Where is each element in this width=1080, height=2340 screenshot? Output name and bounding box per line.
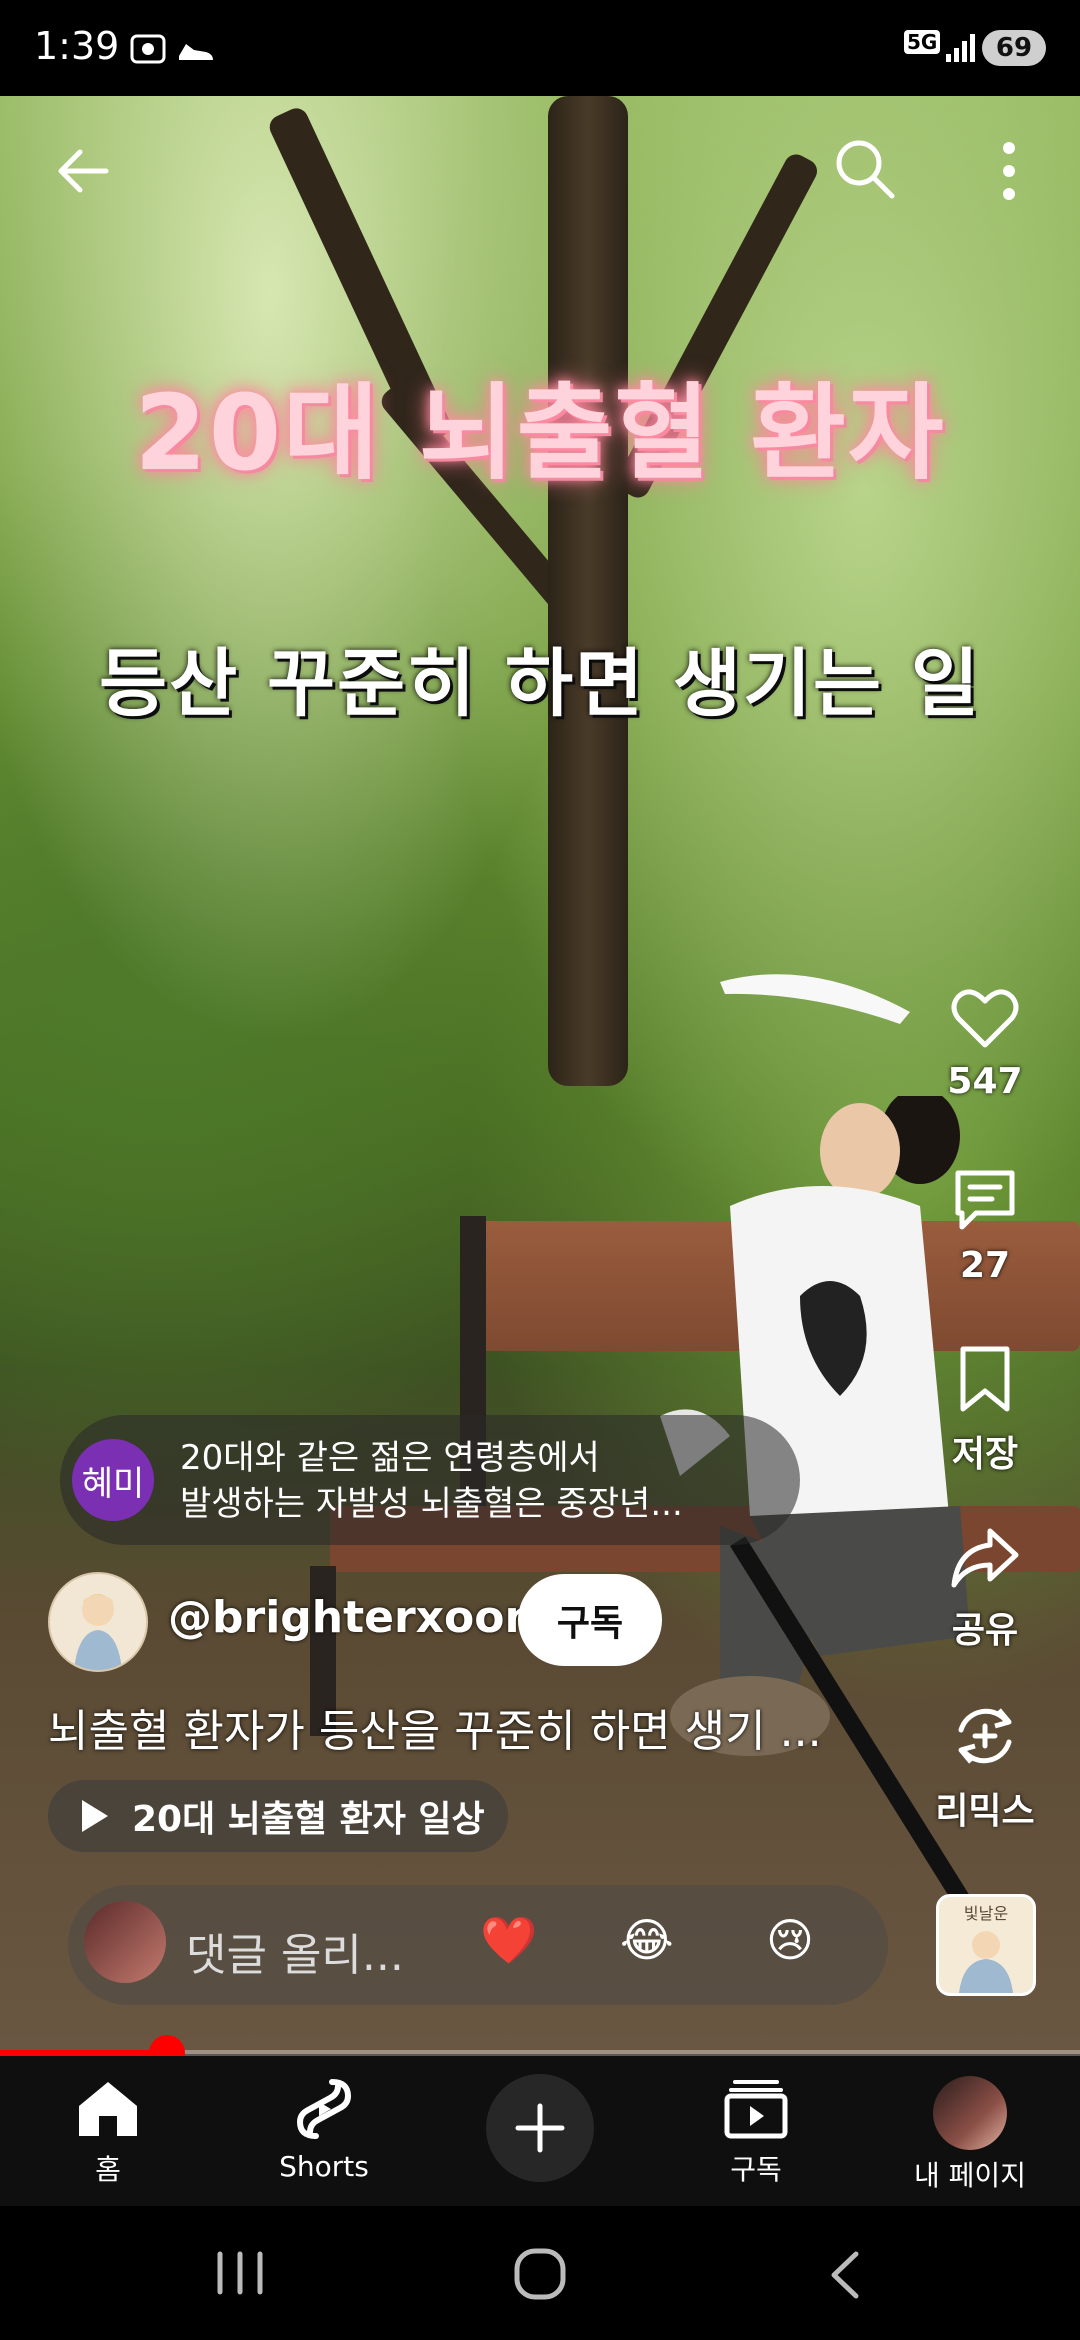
nav-home[interactable]: 홈 xyxy=(18,2076,198,2188)
save-button[interactable]: 저장 xyxy=(925,1345,1045,1477)
create-button[interactable] xyxy=(486,2074,594,2182)
subscriptions-icon xyxy=(724,2080,788,2139)
search-icon[interactable] xyxy=(830,134,900,204)
comments-button[interactable]: 27 xyxy=(925,1165,1045,1286)
tree-trunk xyxy=(548,96,628,1086)
comment-input-bar[interactable]: 댓글 올리... ❤️ 😂 😢 xyxy=(68,1885,888,2005)
shorts-icon xyxy=(296,2079,352,2139)
video-title-overlay: 20대 뇌출혈 환자 xyxy=(134,372,946,494)
nav-my-page[interactable]: 내 페이지 xyxy=(880,2076,1060,2194)
remix-label: 리믹스 xyxy=(935,1791,1035,1832)
subscribe-button[interactable]: 구독 xyxy=(518,1574,662,1666)
like-button[interactable]: 547 xyxy=(925,985,1045,1102)
channel-avatar[interactable] xyxy=(48,1572,148,1672)
remix-button[interactable]: 리믹스 xyxy=(925,1700,1045,1834)
recent-apps-icon[interactable] xyxy=(212,2248,268,2298)
bottom-nav: 홈 Shorts 구독 내 페이지 xyxy=(0,2056,1080,2206)
emoji-heart[interactable]: ❤️ xyxy=(480,1913,537,1968)
status-bar: 1:39 5G 69 xyxy=(0,0,1080,96)
commenter-avatar: 혜미 xyxy=(72,1439,154,1521)
channel-handle[interactable]: @brighterxoon xyxy=(168,1592,536,1643)
nav-subscriptions[interactable]: 구독 xyxy=(666,2076,846,2188)
shoe-icon xyxy=(179,44,213,60)
back-system-icon[interactable] xyxy=(822,2248,872,2302)
video-description[interactable]: 뇌출혈 환자가 등산을 꾸준히 하면 생기 ... xyxy=(48,1695,822,1759)
comment-icon xyxy=(955,1170,1015,1230)
comment-count: 27 xyxy=(959,1245,1011,1286)
network-type: 5G xyxy=(904,30,941,54)
nav-shorts[interactable]: Shorts xyxy=(234,2076,414,2183)
play-icon xyxy=(82,1800,108,1832)
system-nav-bar xyxy=(0,2206,1080,2340)
user-avatar xyxy=(84,1901,166,1983)
remix-icon xyxy=(958,1708,1012,1764)
save-label: 저장 xyxy=(951,1434,1019,1475)
like-count: 547 xyxy=(947,1061,1023,1102)
nav-home-label: 홈 xyxy=(95,2153,121,2186)
sound-thumbnail[interactable]: 빛날운 xyxy=(936,1894,1036,1996)
heart-icon xyxy=(951,989,1019,1048)
nav-shorts-label: Shorts xyxy=(279,2150,369,2183)
visor xyxy=(720,974,910,1024)
plus-icon xyxy=(515,2103,565,2153)
my-avatar xyxy=(933,2076,1007,2150)
nav-my-page-label: 내 페이지 xyxy=(914,2159,1026,2192)
top-comment-preview[interactable]: 혜미 20대와 같은 젊은 연령층에서 발생하는 자발성 뇌출혈은 중장년... xyxy=(60,1415,800,1545)
nav-subscriptions-label: 구독 xyxy=(730,2153,782,2186)
comment-line-2: 발생하는 자발성 뇌출혈은 중장년... xyxy=(180,1484,683,1524)
home-system-icon[interactable] xyxy=(512,2246,568,2302)
screen-record-icon xyxy=(130,34,166,64)
emoji-laugh[interactable]: 😂 xyxy=(620,1913,674,1967)
share-label: 공유 xyxy=(951,1610,1019,1651)
share-button[interactable]: 공유 xyxy=(925,1525,1045,1653)
signal-icon xyxy=(946,34,975,62)
more-options-icon[interactable] xyxy=(994,138,1024,204)
emoji-cry[interactable]: 😢 xyxy=(766,1913,814,1967)
shorts-video[interactable]: 20대 뇌출혈 환자 등산 꾸준히 하면 생기는 일 xyxy=(0,96,1080,2054)
share-icon xyxy=(951,1528,1019,1588)
comment-line-1: 20대와 같은 젊은 연령층에서 xyxy=(180,1438,600,1478)
video-subtitle-overlay: 등산 꾸준히 하면 생기는 일 xyxy=(99,641,981,727)
back-arrow-icon[interactable] xyxy=(50,138,116,204)
clock: 1:39 xyxy=(34,24,120,68)
sound-thumbnail-text: 빛날운 xyxy=(964,1904,1008,1923)
comment-input-placeholder[interactable]: 댓글 올리... xyxy=(186,1919,404,1983)
playlist-chip[interactable]: 20대 뇌출혈 환자 일상 xyxy=(48,1780,508,1852)
battery-indicator: 69 xyxy=(982,30,1046,66)
home-icon xyxy=(79,2082,137,2136)
bookmark-icon xyxy=(960,1346,1010,1412)
playlist-title: 20대 뇌출혈 환자 일상 xyxy=(132,1799,485,1840)
channel-info: @brighterxoon 구독 xyxy=(48,1572,748,1672)
